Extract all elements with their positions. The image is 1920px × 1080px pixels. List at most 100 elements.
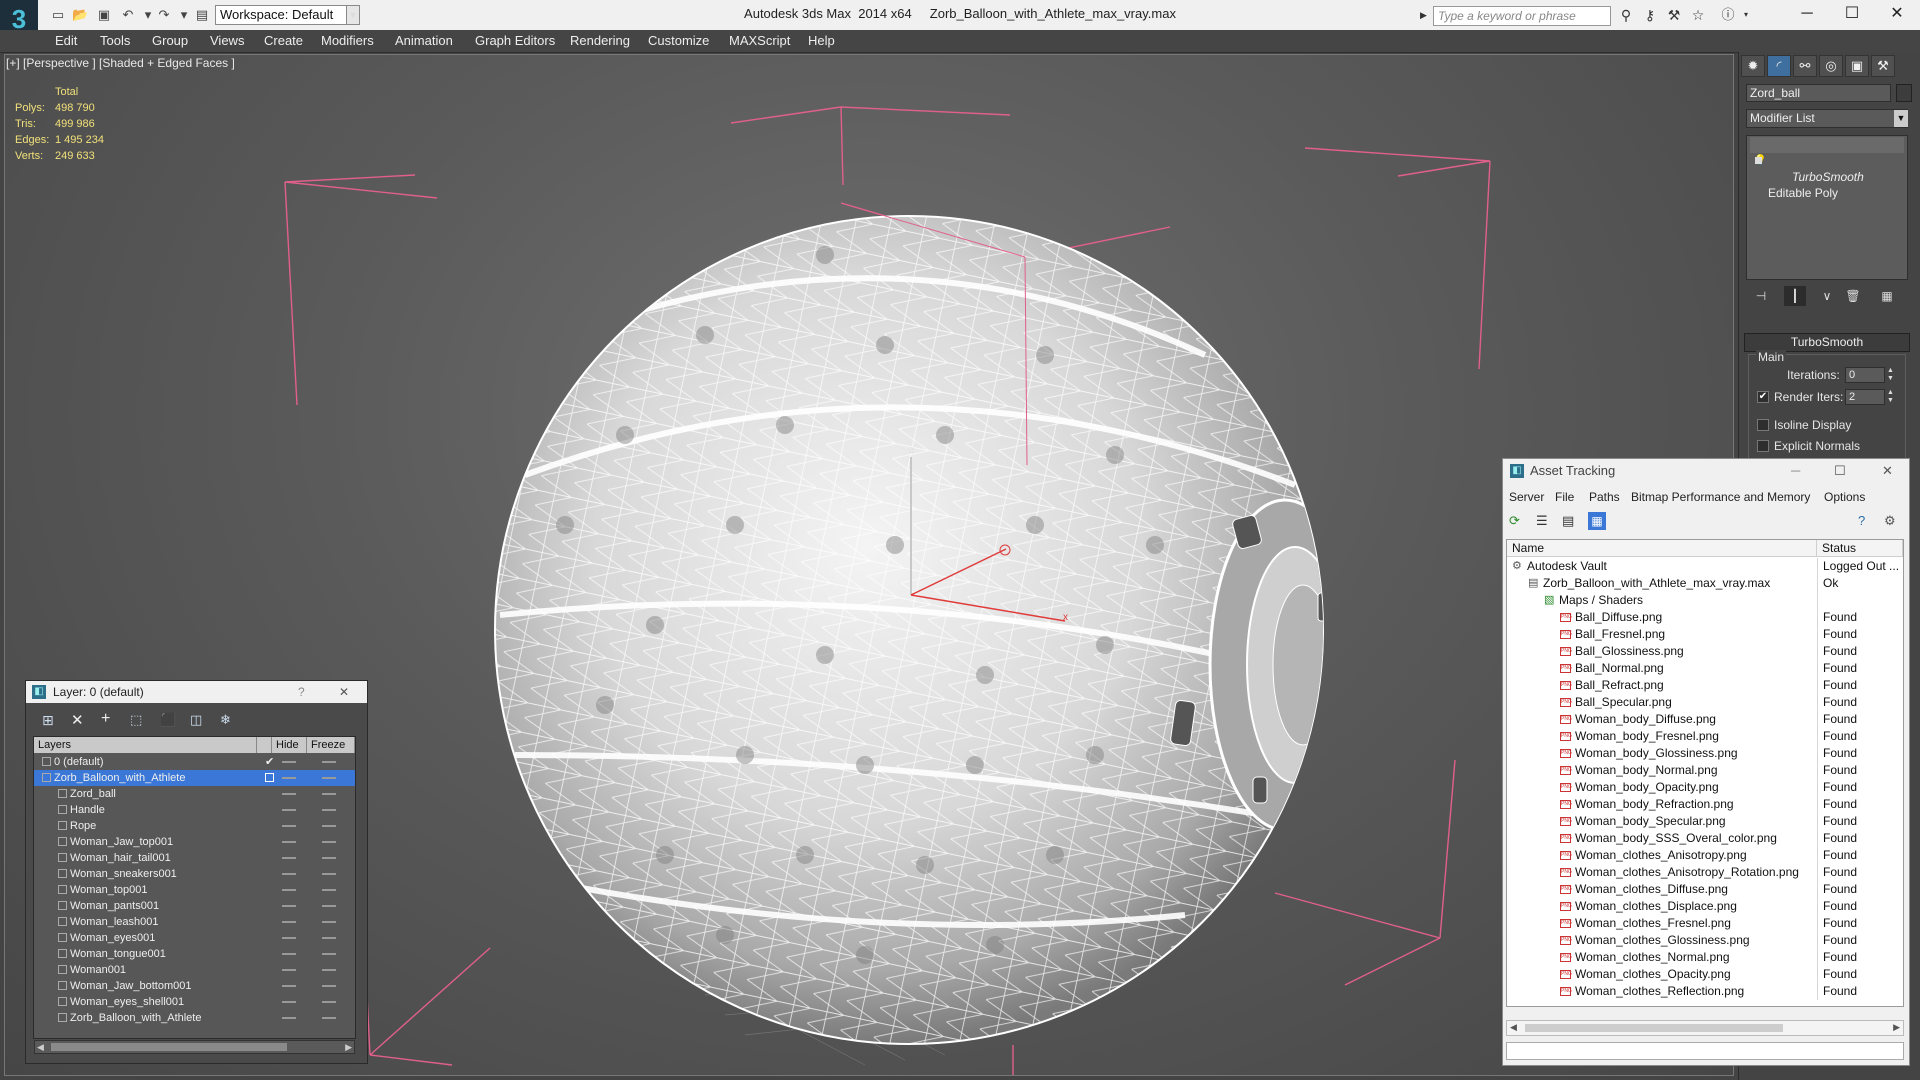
undo-icon[interactable]: ↶	[120, 7, 136, 23]
asset-settings-icon[interactable]: ⚙	[1884, 513, 1896, 529]
layer-object-row[interactable]: Woman_hair_tail001	[34, 850, 355, 866]
layer-object-row[interactable]: Rope	[34, 818, 355, 834]
layer-object-row[interactable]: Woman_sneakers001	[34, 866, 355, 882]
highlight-selected-icon[interactable]: ⬛	[160, 712, 176, 728]
layer-help-button[interactable]: ?	[298, 681, 305, 703]
thumbnail-view-icon[interactable]: ▤	[1562, 513, 1574, 529]
refresh-icon[interactable]: ⟳	[1509, 513, 1520, 529]
search-expand-icon[interactable]: ▶	[1420, 8, 1428, 22]
freeze-toggle[interactable]	[322, 793, 336, 795]
layer-object-row[interactable]: Zord_ball	[34, 786, 355, 802]
make-unique-icon[interactable]: ∨	[1816, 286, 1838, 306]
freeze-toggle[interactable]	[322, 761, 336, 763]
display-tab-icon[interactable]: ▣	[1845, 55, 1869, 77]
hide-toggle[interactable]	[282, 793, 296, 795]
asset-row[interactable]: PNG Woman_clothes_Fresnel.png Found	[1507, 915, 1903, 932]
add-to-layer-icon[interactable]: +	[101, 710, 110, 728]
hide-toggle[interactable]	[282, 1001, 296, 1003]
asset-row[interactable]: PNG Ball_Refract.png Found	[1507, 677, 1903, 694]
undo-dropdown-icon[interactable]: ▾	[140, 7, 156, 23]
freeze-toggle[interactable]	[322, 921, 336, 923]
freeze-toggle[interactable]	[322, 953, 336, 955]
freeze-toggle[interactable]	[322, 857, 336, 859]
layer-row[interactable]: Zorb_Balloon_with_Athlete	[34, 770, 355, 786]
asset-row[interactable]: ⚙ Autodesk Vault Logged Out ...	[1507, 558, 1903, 575]
column-header-current[interactable]	[257, 737, 272, 753]
menu-edit[interactable]: Edit	[53, 30, 79, 52]
hide-toggle[interactable]	[282, 969, 296, 971]
binoculars-icon[interactable]: ⚲	[1616, 6, 1636, 24]
hide-toggle[interactable]	[282, 889, 296, 891]
asset-scroll-left-icon[interactable]: ◀	[1510, 1022, 1517, 1033]
asset-row[interactable]: PNG Woman_body_Normal.png Found	[1507, 762, 1903, 779]
viewport-label[interactable]: [+] [Perspective ] [Shaded + Edged Faces…	[6, 56, 235, 70]
search-input[interactable]: Type a keyword or phrase	[1433, 6, 1611, 26]
modify-tab-icon[interactable]: ◜	[1767, 55, 1791, 77]
layer-horizontal-scrollbar[interactable]: ◀ ▶	[34, 1040, 355, 1054]
asset-menu-server[interactable]: Server	[1509, 488, 1544, 506]
menu-graph-editors[interactable]: Graph Editors	[473, 30, 557, 52]
hierarchy-tab-icon[interactable]: ⚯	[1793, 55, 1817, 77]
asset-row[interactable]: PNG Woman_clothes_Diffuse.png Found	[1507, 881, 1903, 898]
menu-create[interactable]: Create	[262, 30, 305, 52]
freeze-toggle[interactable]	[322, 841, 336, 843]
layer-object-row[interactable]: Woman_Jaw_top001	[34, 834, 355, 850]
asset-scroll-thumb[interactable]	[1525, 1024, 1783, 1032]
layer-dialog-title-bar[interactable]: ◧ Layer: 0 (default) ? ✕	[26, 681, 367, 703]
freeze-toggle[interactable]	[322, 937, 336, 939]
scroll-left-icon[interactable]: ◀	[37, 1041, 44, 1053]
column-header-freeze[interactable]: Freeze	[307, 737, 355, 753]
asset-close-button[interactable]: ✕	[1882, 458, 1893, 484]
freeze-unfreeze-all-icon[interactable]: ❄	[220, 712, 231, 728]
project-folder-icon[interactable]: ▤	[194, 7, 210, 23]
zorb-ball-mesh[interactable]	[485, 205, 1360, 1055]
redo-icon[interactable]: ↷	[156, 7, 172, 23]
asset-row[interactable]: PNG Woman_clothes_Anisotropy_Rotation.png…	[1507, 864, 1903, 881]
scroll-right-icon[interactable]: ▶	[345, 1041, 352, 1053]
asset-minimize-button[interactable]: ─	[1791, 458, 1800, 484]
hide-toggle[interactable]	[282, 1017, 296, 1019]
modifier-list-arrow-icon[interactable]: ▼	[1894, 110, 1908, 127]
hide-toggle[interactable]	[282, 761, 296, 763]
asset-row[interactable]: PNG Ball_Normal.png Found	[1507, 660, 1903, 677]
menu-group[interactable]: Group	[150, 30, 190, 52]
layer-object-row[interactable]: Woman001	[34, 962, 355, 978]
asset-row[interactable]: ▧ Maps / Shaders	[1507, 592, 1903, 609]
menu-customize[interactable]: Customize	[646, 30, 711, 52]
hide-toggle[interactable]	[282, 985, 296, 987]
close-button[interactable]: ✕	[1874, 0, 1920, 30]
current-layer-check-icon[interactable]: ✔	[265, 754, 274, 770]
freeze-toggle[interactable]	[322, 777, 336, 779]
layer-scroll-thumb[interactable]	[51, 1043, 287, 1051]
motion-tab-icon[interactable]: ◎	[1819, 55, 1843, 77]
asset-row[interactable]: PNG Ball_Fresnel.png Found	[1507, 626, 1903, 643]
open-file-icon[interactable]: 📂	[72, 7, 88, 23]
workspace-dropdown-arrow-icon[interactable]: ▼	[346, 5, 360, 25]
asset-row[interactable]: ▤ Zorb_Balloon_with_Athlete_max_vray.max O…	[1507, 575, 1903, 592]
layer-tool-new-layer-icon[interactable]: ⊞	[42, 712, 54, 729]
layer-object-row[interactable]: Woman_pants001	[34, 898, 355, 914]
hide-toggle[interactable]	[282, 841, 296, 843]
communication-center-icon[interactable]: ⚒	[1664, 6, 1684, 24]
explicit-normals-checkbox[interactable]	[1757, 440, 1769, 452]
pin-stack-icon[interactable]: ⊣	[1750, 286, 1772, 306]
freeze-toggle[interactable]	[322, 825, 336, 827]
asset-row[interactable]: PNG Ball_Glossiness.png Found	[1507, 643, 1903, 660]
layer-object-row[interactable]: Woman_eyes_shell001	[34, 994, 355, 1010]
menu-modifiers[interactable]: Modifiers	[319, 30, 376, 52]
layer-object-row[interactable]: Woman_leash001	[34, 914, 355, 930]
freeze-toggle[interactable]	[322, 1001, 336, 1003]
column-header-name[interactable]: Name	[1507, 540, 1817, 557]
menu-tools[interactable]: Tools	[98, 30, 132, 52]
favorites-star-icon[interactable]: ☆	[1688, 6, 1708, 24]
layer-object-row[interactable]: Handle	[34, 802, 355, 818]
asset-row[interactable]: PNG Ball_Specular.png Found	[1507, 694, 1903, 711]
layer-object-row[interactable]: Woman_top001	[34, 882, 355, 898]
render-iters-spinner-arrows-icon[interactable]: ▲ ▼	[1887, 389, 1894, 405]
hide-unhide-all-icon[interactable]: ◫	[190, 712, 202, 728]
freeze-toggle[interactable]	[322, 1017, 336, 1019]
menu-views[interactable]: Views	[208, 30, 246, 52]
create-tab-icon[interactable]: ✹	[1741, 55, 1765, 77]
table-view-icon[interactable]: ▦	[1588, 512, 1606, 530]
menu-rendering[interactable]: Rendering	[568, 30, 632, 52]
